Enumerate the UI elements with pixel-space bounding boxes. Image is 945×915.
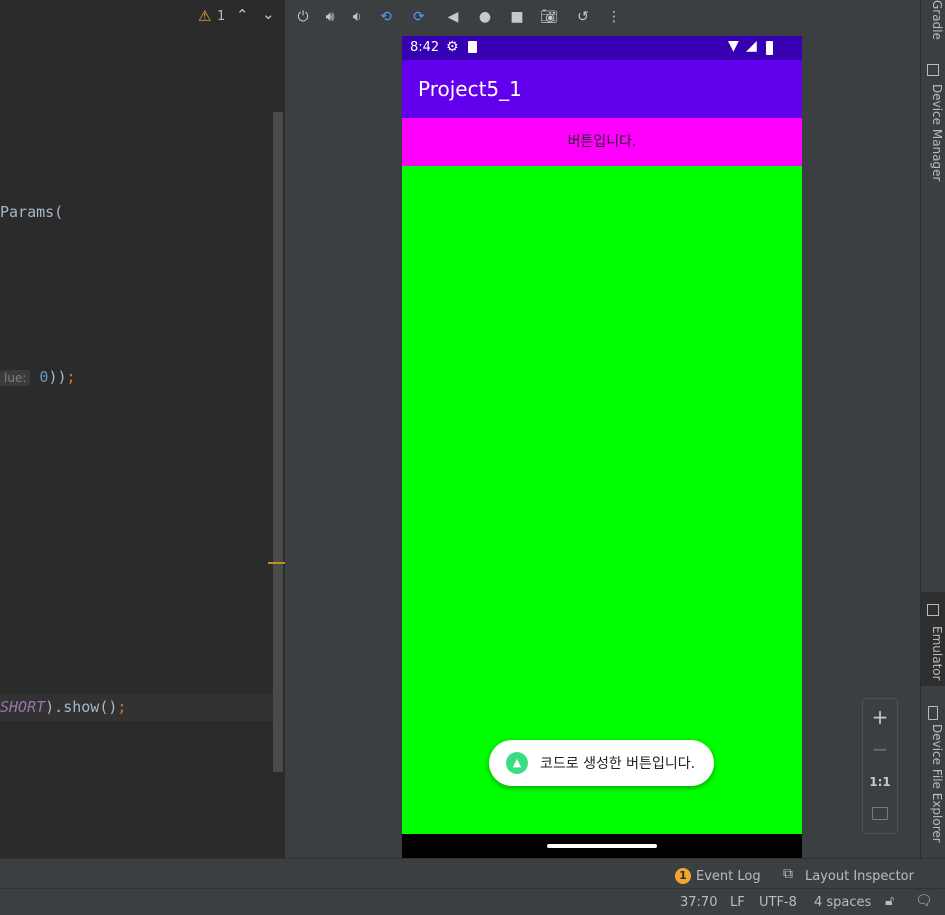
inspection-widget: ⚠ 1 ⌃ ⌃ (0, 0, 285, 34)
emulator-toolbar: ⏻ 🔊︎ 🔉︎ ⟲ ⟳ ◀ ● ■ 📷︎ ↺ ⋮ (285, 0, 920, 34)
sd-card-icon (468, 41, 477, 53)
overview-icon[interactable]: ■ (507, 7, 527, 27)
wifi-icon: ▼ (728, 38, 739, 54)
right-tool-window-bar: Gradle Device Manager Emulator Device Fi… (920, 0, 945, 858)
android-status-bar: 8:42 ⚙ ▼ ◢ (402, 36, 802, 60)
code-text: Params( (0, 203, 64, 221)
rotate-left-icon[interactable]: ⟲ (376, 7, 396, 27)
line-separator[interactable]: LF (730, 895, 745, 910)
warning-marker[interactable] (268, 562, 285, 564)
home-icon[interactable]: ● (475, 7, 495, 27)
code-line-toast: SHORT).show(); (0, 698, 126, 716)
actual-size-button[interactable]: 1:1 (863, 775, 897, 789)
status-time: 8:42 (410, 40, 440, 55)
fit-screen-icon[interactable] (872, 807, 888, 820)
code-line-params: Params( (0, 203, 63, 221)
unlock-icon[interactable]: 🔓︎ (885, 893, 894, 909)
zoom-controls: + − 1:1 (862, 698, 898, 834)
app-title: Project5_1 (418, 77, 522, 101)
next-highlight-icon[interactable]: ⌃ (262, 4, 275, 22)
caret-position[interactable]: 37:70 (680, 895, 717, 910)
ide-status-bar: 37:70 LF UTF-8 4 spaces 🔓︎ 🗨︎ (0, 888, 945, 915)
notifications-icon[interactable]: 🗨︎ (915, 893, 933, 909)
emulator-icon (927, 604, 939, 616)
layout-inspector-button[interactable]: Layout Inspector (805, 869, 914, 884)
layout-inspector-icon: ⧉ (783, 866, 793, 882)
more-options-icon[interactable]: ⋮ (604, 7, 624, 27)
bottom-tool-window-bar: 1 Event Log ⧉ Layout Inspector (0, 858, 945, 889)
event-log-badge: 1 (675, 868, 691, 884)
editor-scrollbar[interactable] (273, 112, 283, 772)
settings-gear-icon: ⚙ (446, 39, 459, 55)
rotate-right-icon[interactable]: ⟳ (409, 7, 429, 27)
tab-device-file-explorer[interactable]: Device File Explorer (923, 724, 944, 843)
code-semicolon: ; (66, 368, 76, 386)
device-file-explorer-icon (928, 706, 938, 720)
volume-down-icon[interactable]: 🔉︎ (347, 7, 367, 27)
emulator-screen[interactable]: 8:42 ⚙ ▼ ◢ Project5_1 버튼입니다. ▲ 코드로 생성한 버… (402, 36, 802, 858)
device-manager-icon (927, 64, 939, 76)
code-text: ).show() (45, 698, 118, 716)
code-text: )) (48, 368, 67, 386)
file-encoding[interactable]: UTF-8 (759, 895, 797, 910)
code-line-value: lue: 0)); (0, 368, 76, 386)
generated-button[interactable]: 버튼입니다. (402, 118, 802, 166)
signal-icon: ◢ (746, 38, 757, 54)
back-icon[interactable]: ◀ (443, 7, 463, 27)
android-navigation-bar (402, 834, 802, 858)
android-robot-icon: ▲ (506, 752, 528, 774)
volume-up-icon[interactable]: 🔊︎ (320, 7, 340, 27)
code-semicolon: ; (117, 698, 127, 716)
previous-highlight-icon[interactable]: ⌃ (236, 6, 249, 24)
power-icon[interactable]: ⏻ (293, 7, 313, 27)
toast-message: ▲ 코드로 생성한 버튼입니다. (489, 740, 714, 786)
screenshot-icon[interactable]: 📷︎ (539, 7, 559, 27)
battery-icon (766, 41, 773, 55)
code-constant: SHORT (0, 698, 46, 716)
app-bar: Project5_1 (402, 60, 802, 118)
tab-gradle[interactable]: Gradle (923, 0, 944, 40)
code-editor[interactable]: Params( lue: 0)); SHORT).show(); (0, 0, 285, 858)
snapshot-icon[interactable]: ↺ (573, 7, 593, 27)
tab-emulator-active[interactable]: Emulator (921, 592, 945, 686)
zoom-out-button[interactable]: − (863, 737, 897, 761)
warning-count: 1 (217, 9, 226, 24)
parameter-hint: lue: (0, 370, 31, 386)
event-log-button[interactable]: Event Log (696, 869, 761, 884)
indent-setting[interactable]: 4 spaces (814, 895, 871, 910)
tab-device-manager[interactable]: Device Manager (923, 84, 944, 181)
zoom-in-button[interactable]: + (863, 705, 897, 729)
toast-text: 코드로 생성한 버튼입니다. (540, 756, 696, 772)
tab-emulator[interactable]: Emulator (923, 626, 944, 681)
gesture-handle[interactable] (547, 844, 657, 848)
warning-icon[interactable]: ⚠ (198, 7, 211, 25)
